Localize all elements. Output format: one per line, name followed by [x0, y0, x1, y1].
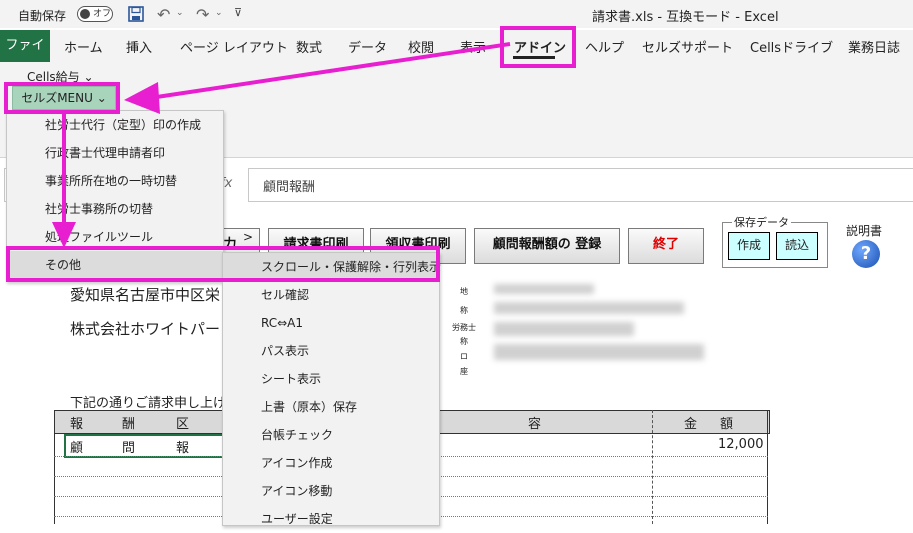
- submenu-item-label: パス表示: [261, 344, 310, 358]
- tab-file[interactable]: ファイル: [0, 30, 50, 85]
- submenu-item-label: 上書（原本）保存: [261, 400, 358, 414]
- tab-page-layout[interactable]: ページ レイアウト: [180, 37, 288, 56]
- tab-cells-drive[interactable]: Cellsドライブ: [750, 37, 833, 56]
- submenu-item-icon-create[interactable]: アイコン作成: [223, 449, 439, 477]
- customize-qat-icon[interactable]: ⊽: [234, 6, 242, 19]
- tab-cells-support[interactable]: セルズサポート: [642, 37, 733, 56]
- title-bar: 自動保存 オフ ↶ ⌄ ↷ ⌄ ⊽ 請求書.xls - 互換モード - Exce…: [0, 0, 913, 28]
- side-label-5: ロ: [460, 352, 468, 361]
- tab-help[interactable]: ヘルプ: [585, 37, 624, 56]
- menu-item-admin-stamp[interactable]: 行政書士代理申請者印: [7, 139, 223, 167]
- table-cell: 報: [176, 441, 190, 456]
- autosave-toggle[interactable]: オフ: [77, 6, 113, 22]
- submenu-item-cell-check[interactable]: セル確認: [223, 281, 439, 309]
- header-cell: 酬: [122, 417, 136, 432]
- redo-dropdown-icon[interactable]: ⌄: [215, 8, 223, 18]
- undo-dropdown-icon[interactable]: ⌄: [176, 8, 184, 18]
- toggle-knob: [80, 9, 90, 19]
- side-label-3: 労務士: [452, 323, 476, 332]
- menu-item-label: 行政書士代理申請者印: [45, 146, 166, 160]
- ribbon-tab-bar: ファイル ホーム 挿入 ページ レイアウト 数式 データ 校閲 表示 アドイン …: [0, 30, 913, 85]
- register-fee-button[interactable]: 顧問報酬額の 登録: [474, 228, 620, 264]
- autosave-label: 自動保存: [18, 9, 67, 23]
- header-cell: 区: [176, 417, 190, 432]
- formula-input[interactable]: 顧問報酬: [248, 168, 913, 202]
- header-cell: 額: [720, 417, 734, 432]
- column-divider: [767, 410, 768, 524]
- menu-item-label: 社労士事務所の切替: [45, 202, 154, 216]
- submenu-item-rc-a1[interactable]: RC⇔A1: [223, 309, 439, 337]
- tab-work-log[interactable]: 業務日誌: [848, 37, 900, 56]
- menu-item-location-switch[interactable]: 事業所所在地の一時切替: [7, 167, 223, 195]
- highlight-addin-tab: [500, 26, 576, 68]
- menu-item-label: 事業所所在地の一時切替: [45, 174, 178, 188]
- menu-item-office-switch[interactable]: 社労士事務所の切替: [7, 195, 223, 223]
- autosave-state: オフ: [93, 9, 112, 19]
- submenu-item-sheet-display[interactable]: シート表示: [223, 365, 439, 393]
- redacted-info: [494, 344, 704, 360]
- column-divider: [54, 410, 55, 524]
- header-cell: 報: [70, 417, 84, 432]
- submenu-item-label: アイコン作成: [261, 456, 333, 470]
- tab-data[interactable]: データ: [348, 37, 387, 56]
- menu-item-label: 社労士代行（定型）印の作成: [45, 118, 202, 132]
- submenu-item-label: RC⇔A1: [261, 316, 304, 330]
- save-data-label: 保存データ: [732, 214, 791, 230]
- tab-formulas[interactable]: 数式: [296, 37, 322, 56]
- header-cell: 金: [684, 417, 698, 432]
- redacted-info: [494, 322, 634, 336]
- table-cell: 問: [122, 441, 136, 456]
- help-icon[interactable]: ?: [852, 240, 880, 268]
- other-submenu: スクロール・保護解除・行列表示 セル確認 RC⇔A1 パス表示 シート表示 上書…: [222, 252, 441, 526]
- submenu-item-label: シート表示: [261, 372, 322, 386]
- submenu-item-label: 台帳チェック: [261, 428, 334, 442]
- submenu-item-ledger-check[interactable]: 台帳チェック: [223, 421, 439, 449]
- undo-icon[interactable]: ↶: [157, 5, 170, 24]
- window-title: 請求書.xls - 互換モード - Excel: [592, 10, 779, 25]
- highlight-cellz-menu: [4, 82, 120, 114]
- tab-review[interactable]: 校閲: [408, 37, 434, 56]
- save-icon[interactable]: [128, 6, 144, 22]
- table-cell: 顧: [70, 441, 84, 456]
- submenu-item-user-settings[interactable]: ユーザー設定: [223, 505, 439, 533]
- column-divider: [652, 410, 653, 524]
- side-label-4: 称: [460, 337, 468, 346]
- redacted-info: [494, 302, 684, 314]
- side-label-2: 称: [460, 306, 468, 315]
- tab-home[interactable]: ホーム: [64, 37, 103, 56]
- formula-content: 顧問報酬: [263, 180, 316, 195]
- amount-cell: 12,000: [718, 437, 764, 452]
- greeting-text: 下記の通りご請求申し上げま: [70, 396, 240, 411]
- save-data-create-button[interactable]: 作成: [728, 232, 770, 260]
- highlight-other-row: [6, 246, 440, 282]
- manual-label: 説明書: [846, 224, 883, 238]
- exit-button[interactable]: 終了: [628, 228, 704, 264]
- menu-item-stamp-create[interactable]: 社労士代行（定型）印の作成: [7, 111, 223, 139]
- client-address: 愛知県名古屋市中区栄: [70, 286, 221, 304]
- redo-icon[interactable]: ↷: [196, 5, 209, 24]
- menu-item-label: 処理ファイルツール: [45, 230, 154, 244]
- selected-cell[interactable]: [64, 434, 226, 458]
- save-data-read-button[interactable]: 読込: [776, 232, 818, 260]
- tab-view[interactable]: 表示: [460, 37, 486, 56]
- tab-insert[interactable]: 挿入: [126, 37, 152, 56]
- submenu-item-label: アイコン移動: [261, 484, 333, 498]
- submenu-item-overwrite-save[interactable]: 上書（原本）保存: [223, 393, 439, 421]
- side-label-1: 地: [460, 287, 468, 296]
- side-label-6: 座: [460, 367, 468, 376]
- submenu-item-label: セル確認: [261, 288, 310, 302]
- redacted-info: [494, 284, 594, 294]
- submenu-item-path-display[interactable]: パス表示: [223, 337, 439, 365]
- header-cell: 容: [528, 417, 542, 432]
- submenu-item-icon-move[interactable]: アイコン移動: [223, 477, 439, 505]
